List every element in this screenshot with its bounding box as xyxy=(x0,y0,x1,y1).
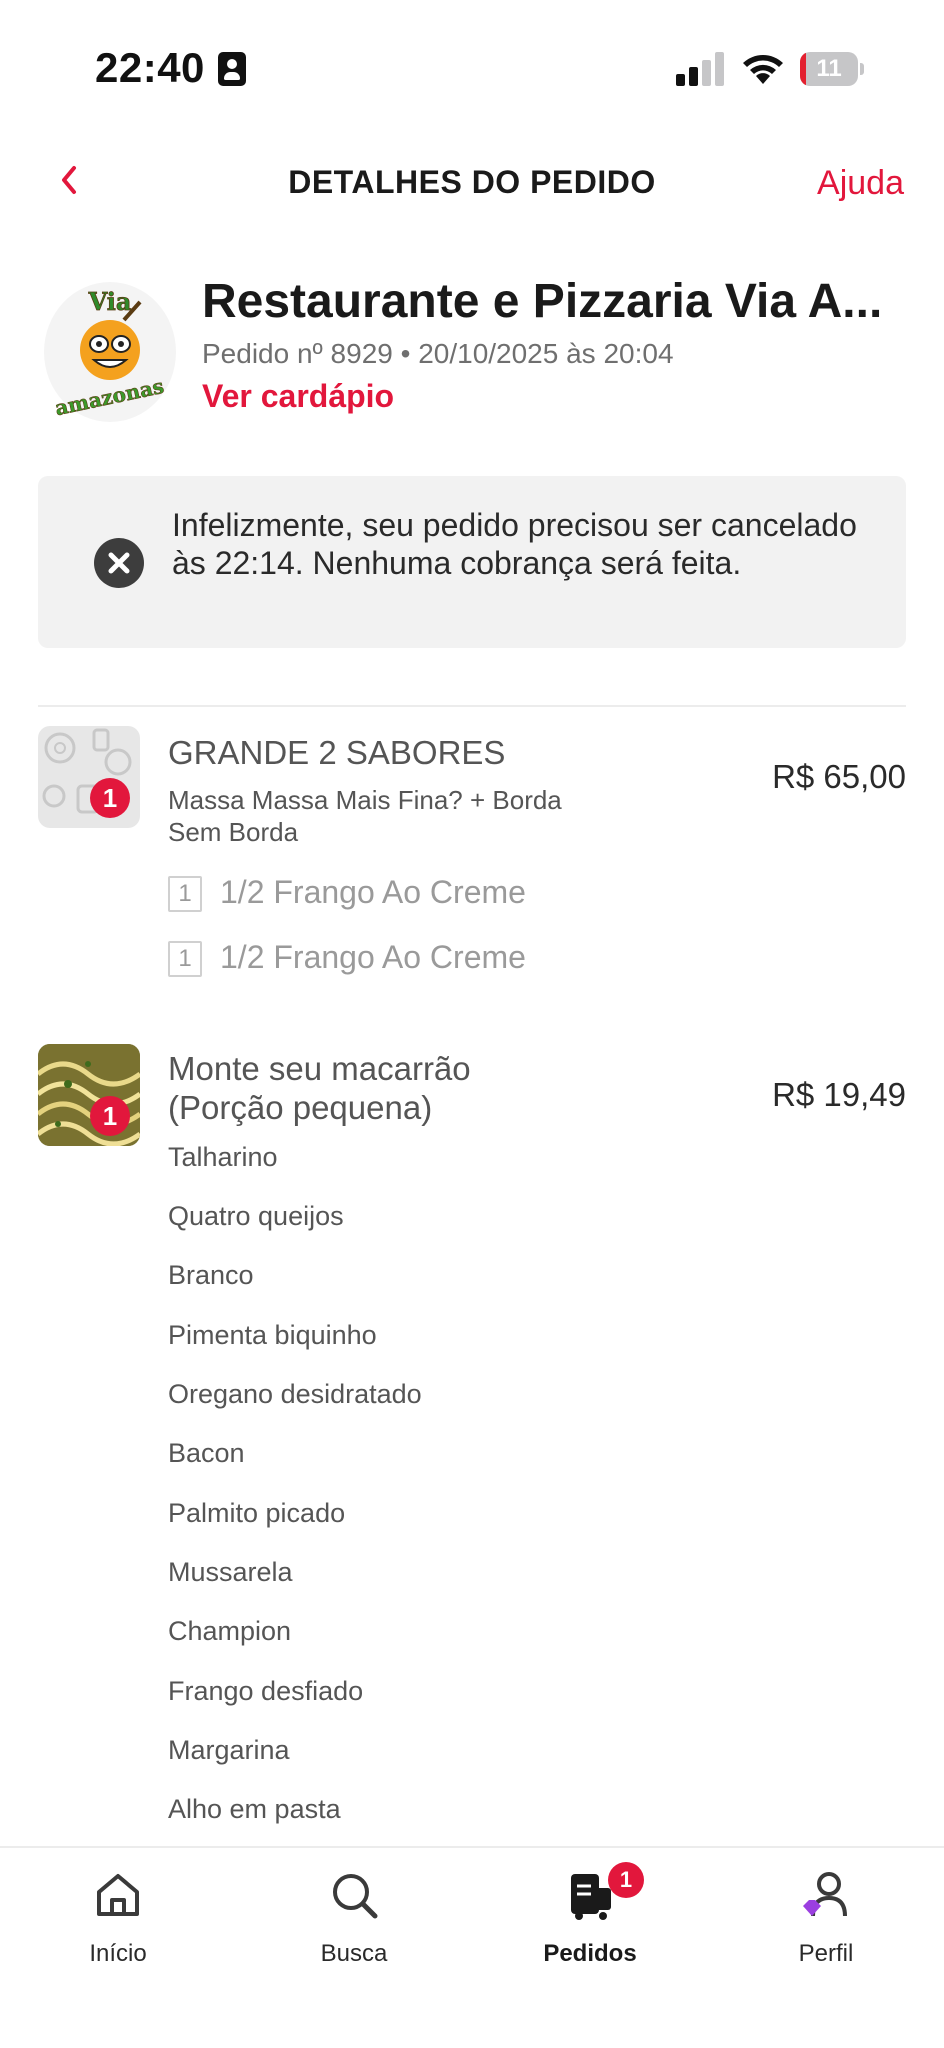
restaurant-summary: Via amazonas Restaurante e Pizzaria Via … xyxy=(38,268,906,428)
subitem-quantity: 1 xyxy=(168,876,202,912)
ingredient-item: Branco xyxy=(168,1260,254,1290)
pasta-photo xyxy=(38,1044,140,1146)
top-header: DETALHES DO PEDIDO Ajuda xyxy=(0,140,944,220)
item-description: Massa Massa Mais Fina? + Borda Sem Borda xyxy=(168,785,562,847)
close-circle-icon xyxy=(94,538,144,588)
ingredient-item: Champion xyxy=(168,1616,292,1646)
item-price: R$ 65,00 xyxy=(772,758,906,795)
ingredient-item: Frango desfiado xyxy=(168,1676,364,1706)
ingredient-item: Talharino xyxy=(168,1142,278,1172)
page-title: DETALHES DO PEDIDO xyxy=(288,164,656,200)
item-quantity-badge: 1 xyxy=(90,778,130,818)
help-link[interactable]: Ajuda xyxy=(817,164,904,203)
ingredient-item: Mussarela xyxy=(168,1557,293,1587)
ingredient-item: Pimenta biquinho xyxy=(168,1320,377,1350)
orders-badge: 1 xyxy=(608,1862,644,1898)
ingredient-item: Alho em pasta xyxy=(168,1794,341,1824)
nav-label: Início xyxy=(89,1940,147,1967)
item-quantity-badge: 1 xyxy=(90,1096,130,1136)
ingredient-item: Palmito picado xyxy=(168,1498,346,1528)
order-meta: Pedido nº 8929 • 20/10/2025 às 20:04 xyxy=(202,338,674,369)
restaurant-name: Restaurante e Pizzaria Via A... xyxy=(202,275,883,328)
item-name-line2: (Porção pequena) xyxy=(168,1089,433,1126)
subitem-label: 1/2 Frango Ao Creme xyxy=(220,874,526,910)
ingredient-item: Bacon xyxy=(168,1438,245,1468)
cellular-signal-icon xyxy=(676,52,726,86)
nav-label: Perfil xyxy=(798,1940,854,1967)
pizza-placeholder-icon xyxy=(42,728,132,814)
status-time: 22:40 xyxy=(95,44,205,91)
status-bar: 22:40 11 xyxy=(0,0,944,140)
ingredient-item: Quatro queijos xyxy=(168,1201,344,1231)
item-name: GRANDE 2 SABORES xyxy=(168,734,506,771)
nav-item-pedidos[interactable]: 1 Pedidos xyxy=(500,1862,680,1988)
contact-card-icon xyxy=(218,52,246,86)
ingredient-item: Margarina xyxy=(168,1735,290,1765)
item-name-line1: Monte seu macarrão xyxy=(168,1050,471,1087)
item-price: R$ 19,49 xyxy=(772,1076,906,1113)
home-icon xyxy=(97,1874,139,1916)
nav-item-inicio[interactable]: Início xyxy=(28,1868,208,1988)
subitem-quantity: 1 xyxy=(168,941,202,977)
logo-text-top: Via xyxy=(88,287,132,316)
profile-icon xyxy=(803,1872,847,1917)
nav-label: Pedidos xyxy=(543,1940,637,1967)
search-icon xyxy=(333,1874,378,1919)
view-menu-link[interactable]: Ver cardápio xyxy=(202,378,394,415)
ingredient-item: Oregano desidratado xyxy=(168,1379,422,1409)
divider xyxy=(38,705,906,707)
alert-message: Infelizmente, seu pedido precisou ser ca… xyxy=(172,507,857,581)
bottom-navigation: Início Busca 1 Pedidos Perfil xyxy=(0,1846,944,2048)
item-thumbnail xyxy=(38,1044,140,1146)
battery-level-text: 11 xyxy=(816,55,842,82)
battery-icon: 11 xyxy=(800,52,864,86)
nav-label: Busca xyxy=(320,1940,388,1967)
item-thumbnail xyxy=(38,726,140,828)
subitem-label: 1/2 Frango Ao Creme xyxy=(220,939,526,975)
nav-item-busca[interactable]: Busca xyxy=(264,1868,444,1988)
nav-item-perfil[interactable]: Perfil xyxy=(736,1868,916,1988)
wifi-icon xyxy=(740,50,786,86)
cancellation-alert: Infelizmente, seu pedido precisou ser ca… xyxy=(38,476,906,648)
restaurant-logo[interactable]: Via amazonas xyxy=(44,272,176,422)
